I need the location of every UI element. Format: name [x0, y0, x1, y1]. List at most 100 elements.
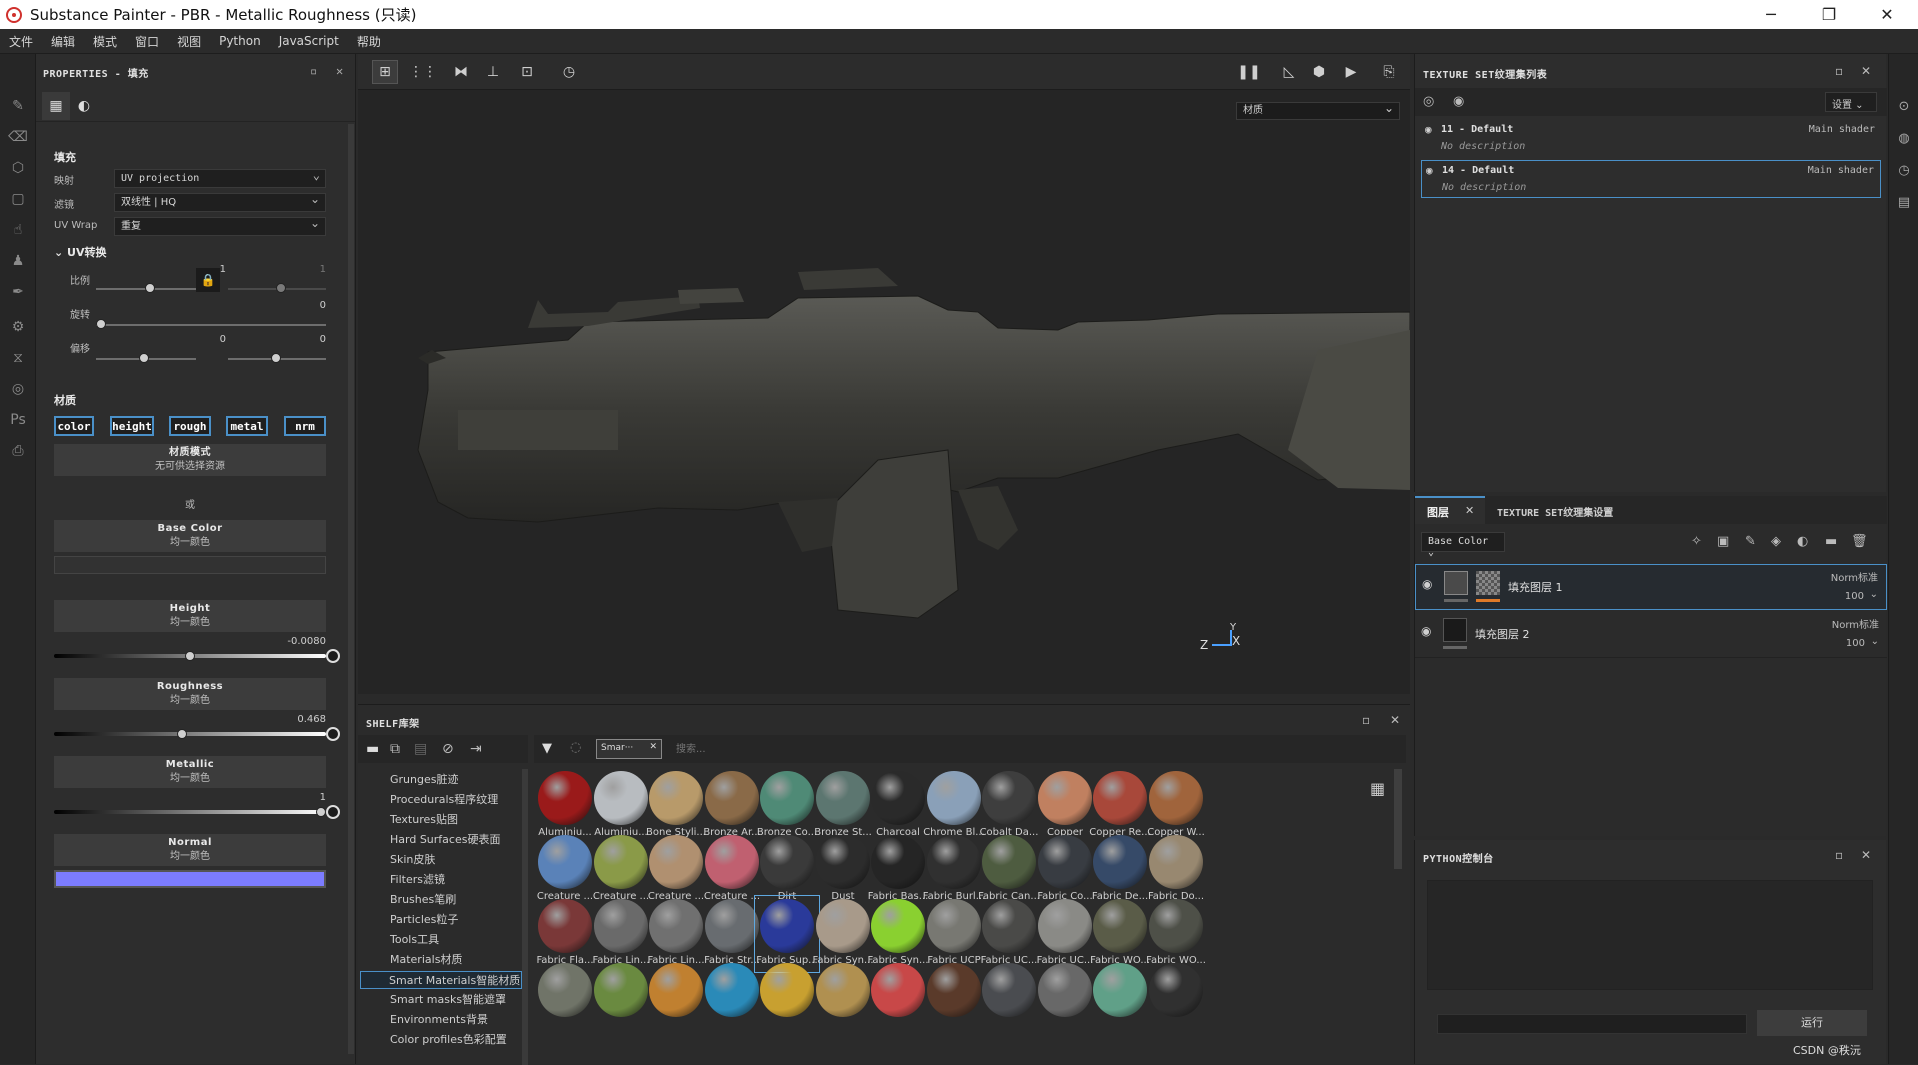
material-thumbnail[interactable] — [1038, 771, 1092, 825]
base-color-swatch[interactable] — [54, 556, 326, 574]
menu-python[interactable]: Python — [210, 34, 270, 48]
add-mask-icon[interactable]: ▣ — [1717, 534, 1729, 549]
close-panel-icon[interactable]: ✕ — [336, 64, 344, 78]
refresh-icon[interactable]: ◌ — [570, 740, 581, 755]
menu-help[interactable]: 帮助 — [348, 33, 390, 50]
material-thumbnail[interactable] — [705, 963, 759, 1017]
eye-hidden-icon[interactable]: ◎ — [1423, 94, 1434, 109]
material-thumbnail[interactable] — [871, 899, 925, 953]
material-thumbnail[interactable] — [594, 835, 648, 889]
material-thumbnail[interactable] — [1149, 899, 1203, 953]
material-thumbnail[interactable] — [649, 835, 703, 889]
tab-layers-close-icon[interactable]: ✕ — [1465, 504, 1474, 517]
tab-layers[interactable]: 图层 ✕ — [1415, 496, 1485, 524]
add-smart-material-icon[interactable]: ◐ — [1797, 534, 1808, 549]
channel-metal-button[interactable]: metal — [226, 416, 268, 436]
layer-opacity[interactable]: 100 — [1846, 638, 1865, 649]
material-thumbnail[interactable] — [927, 963, 981, 1017]
scale-knob-2[interactable] — [276, 283, 286, 293]
opacity-chevron-icon[interactable]: ⌄ — [1870, 589, 1878, 600]
height-block[interactable]: Height 均一颜色 — [54, 600, 326, 632]
material-thumbnail[interactable] — [760, 963, 814, 1017]
filter-icon[interactable]: ▼ — [542, 741, 552, 756]
metallic-picker-icon[interactable] — [326, 805, 340, 819]
material-thumbnail[interactable] — [816, 899, 870, 953]
visibility-eye-icon[interactable]: ◉ — [1425, 123, 1432, 136]
base-color-block[interactable]: Base Color 均一颜色 — [54, 520, 326, 552]
material-thumbnail[interactable] — [982, 771, 1036, 825]
material-thumbnail[interactable] — [1038, 835, 1092, 889]
category-materials[interactable]: Materials材质 — [390, 951, 523, 969]
view-2d-icon[interactable]: ◺ — [1276, 60, 1302, 84]
material-thumbnail[interactable] — [871, 963, 925, 1017]
layer-thumbnail[interactable] — [1443, 618, 1467, 642]
material-thumbnail[interactable] — [1149, 771, 1203, 825]
delete-layer-icon[interactable]: 🗑 — [1851, 534, 1868, 549]
import-icon[interactable]: ⇥ — [470, 741, 482, 757]
material-thumbnail[interactable] — [760, 771, 814, 825]
history-icon[interactable]: ◷ — [556, 60, 582, 84]
material-thumbnail[interactable] — [1093, 963, 1147, 1017]
symmetry-icon[interactable]: ⧓ — [448, 60, 474, 84]
menu-javascript[interactable]: JavaScript — [270, 34, 348, 48]
category-textures[interactable]: Textures贴图 — [390, 811, 523, 829]
add-paint-layer-icon[interactable]: ✎ — [1745, 534, 1756, 549]
rotation-slider[interactable] — [96, 324, 326, 326]
material-thumbnail[interactable] — [816, 771, 870, 825]
clone-stamp-icon[interactable]: ♟ — [0, 245, 36, 276]
texture-set-shader[interactable]: Main shader — [1809, 124, 1875, 135]
normal-block[interactable]: Normal 均一颜色 — [54, 834, 326, 866]
material-thumbnail[interactable] — [871, 835, 925, 889]
material-thumbnail[interactable] — [594, 771, 648, 825]
mirror-icon[interactable]: ⊥ — [480, 60, 506, 84]
maximize-button[interactable]: ❐ — [1806, 0, 1852, 29]
opacity-chevron-icon[interactable]: ⌄ — [1871, 636, 1879, 647]
channel-select[interactable]: Base Color ⌄ — [1421, 532, 1505, 558]
material-thumbnail[interactable] — [760, 835, 814, 889]
category-tools[interactable]: Tools工具 — [390, 931, 523, 949]
pause-icon[interactable]: ❚❚ — [1236, 60, 1262, 84]
properties-scrollbar[interactable] — [348, 124, 354, 1054]
menu-mode[interactable]: 模式 — [84, 33, 126, 50]
filter-tag[interactable]: Smar··· ✕ — [596, 739, 662, 759]
float-panel-icon[interactable]: ▫ — [310, 64, 318, 78]
add-fill-layer-icon[interactable]: ◈ — [1771, 534, 1781, 549]
layer-visibility-eye-icon[interactable]: ◉ — [1421, 624, 1431, 638]
category-smart-materials[interactable]: Smart Materials智能材质 — [360, 971, 522, 989]
tab-texture-set-settings[interactable]: TEXTURE SET纹理集设置 — [1497, 504, 1613, 519]
console-close-icon[interactable]: ✕ — [1861, 848, 1871, 862]
height-picker-icon[interactable] — [326, 649, 340, 663]
roughness-slider[interactable] — [54, 732, 326, 736]
category-hard-surfaces[interactable]: Hard Surfaces硬表面 — [390, 831, 523, 849]
material-thumbnail[interactable] — [649, 771, 703, 825]
category-environments[interactable]: Environments背景 — [390, 1011, 523, 1029]
material-thumbnail[interactable] — [538, 899, 592, 953]
material-thumbnail[interactable] — [594, 899, 648, 953]
paint-brush-icon[interactable]: ✎ — [0, 90, 36, 121]
camera-icon[interactable]: ▶ — [1338, 60, 1364, 84]
texture-set-shader[interactable]: Main shader — [1808, 165, 1874, 176]
add-folder-icon[interactable]: ▬ — [1825, 534, 1837, 549]
material-thumbnail[interactable] — [705, 835, 759, 889]
material-thumbnail[interactable] — [1038, 899, 1092, 953]
texture-set-item[interactable]: ◉ 11 - Default Main shader No descriptio… — [1421, 120, 1881, 158]
hide-icon[interactable]: ⊘ — [442, 741, 454, 757]
category-skin[interactable]: Skin皮肤 — [390, 851, 523, 869]
settings-gear-icon[interactable]: ⚙ — [0, 311, 36, 342]
material-thumbnail[interactable] — [1149, 835, 1203, 889]
menu-edit[interactable]: 编辑 — [42, 33, 84, 50]
material-tab-icon[interactable]: ◐ — [70, 92, 98, 120]
shelf-float-icon[interactable]: ▫ — [1362, 713, 1370, 727]
geometry-mask-icon[interactable]: ▢ — [0, 183, 36, 214]
layer-mask-thumbnail[interactable] — [1476, 571, 1500, 595]
material-thumbnail[interactable] — [982, 899, 1036, 953]
materials-scrollbar[interactable] — [1394, 769, 1402, 869]
menu-file[interactable]: 文件 — [0, 33, 42, 50]
shelf-search-input[interactable] — [670, 739, 1050, 759]
uv-transform-title[interactable]: ⌄ UV转换 — [54, 244, 107, 260]
offset-knob-2[interactable] — [271, 353, 281, 363]
roughness-knob[interactable] — [176, 729, 187, 739]
material-thumbnail[interactable] — [927, 771, 981, 825]
layer-blend-mode[interactable]: Norm标准 — [1832, 616, 1879, 631]
material-thumbnail[interactable] — [816, 835, 870, 889]
